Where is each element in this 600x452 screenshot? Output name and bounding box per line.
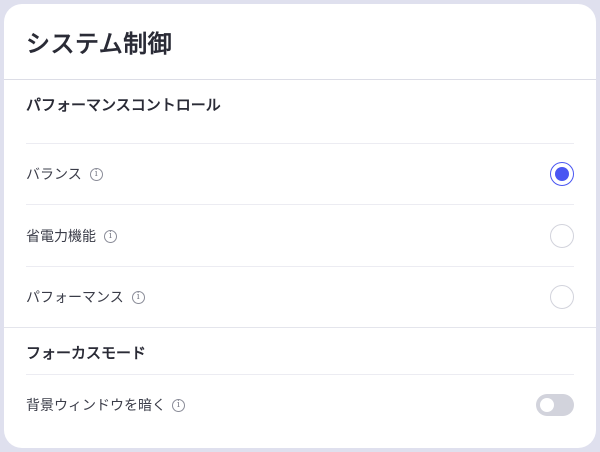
option-performance-label: パフォーマンス (26, 290, 124, 306)
info-icon[interactable]: i (89, 167, 103, 181)
focus-section-title: フォーカスモード (26, 344, 147, 362)
option-power-saving-label: 省電力機能 (26, 229, 96, 245)
option-power-saving-row[interactable]: 省電力機能 i (26, 206, 574, 266)
section-divider (4, 327, 596, 328)
panel-header: システム制御 (4, 4, 596, 80)
radio-selected-dot (555, 167, 569, 181)
info-icon[interactable]: i (172, 398, 185, 412)
option-balance-row[interactable]: バランス i (26, 144, 574, 204)
option-power-saving-radio[interactable] (550, 224, 574, 248)
option-performance-row[interactable]: パフォーマンス i (26, 267, 574, 327)
info-icon[interactable]: i (131, 290, 145, 304)
performance-section-title: パフォーマンスコントロール (26, 96, 221, 114)
option-performance-radio[interactable] (550, 285, 574, 309)
option-balance-label: バランス (26, 167, 82, 183)
info-icon[interactable]: i (104, 229, 117, 243)
divider (26, 204, 574, 205)
dim-background-row[interactable]: 背景ウィンドウを暗く i (26, 375, 574, 435)
dim-background-toggle[interactable] (536, 394, 574, 416)
page-title: システム制御 (26, 30, 173, 58)
dim-background-label: 背景ウィンドウを暗く (26, 398, 166, 414)
option-balance-radio[interactable] (550, 162, 574, 186)
toggle-knob (540, 398, 554, 412)
system-control-panel: システム制御 パフォーマンスコントロール バランス i 省電力機能 i パフォー… (4, 4, 596, 448)
